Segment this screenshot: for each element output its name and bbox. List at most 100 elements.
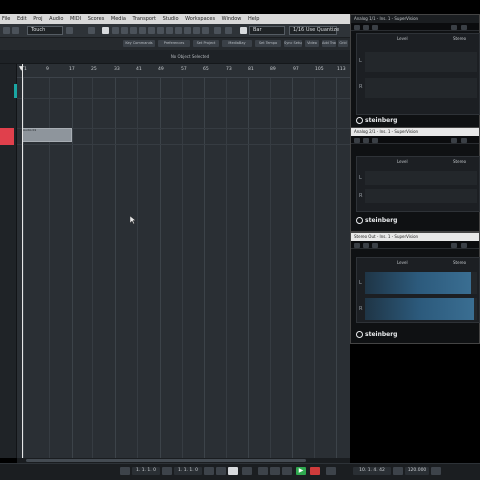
left-zone-icon[interactable] <box>66 27 73 34</box>
primary-time-display[interactable]: 10. 1. 4. 42 <box>353 467 391 475</box>
menu-midi[interactable]: MIDI <box>70 16 81 22</box>
preset-icon[interactable] <box>451 138 457 143</box>
settings-gear-icon[interactable] <box>461 25 467 30</box>
time-warp-tool-icon[interactable] <box>166 27 173 34</box>
grid-button[interactable]: Grid <box>338 40 348 47</box>
menu-bar: File Edit Proj Audio MIDI Scores Media T… <box>0 14 350 24</box>
grid-line <box>292 78 293 458</box>
stop-icon[interactable] <box>282 467 292 475</box>
preferences-button[interactable]: Preferences <box>158 40 190 47</box>
channel-left-label: L <box>359 175 362 181</box>
punch-out-icon[interactable] <box>204 467 214 475</box>
preset-icon[interactable] <box>451 243 457 248</box>
ruler-mark: 73 <box>226 67 232 72</box>
play-tool-icon[interactable] <box>193 27 200 34</box>
menu-transport[interactable]: Transport <box>133 16 156 22</box>
menu-file[interactable]: File <box>2 16 10 22</box>
auto-quantize-icon[interactable] <box>216 467 226 475</box>
menu-window[interactable]: Window <box>222 16 242 22</box>
left-locator-field[interactable]: 1. 1. 1. 0 <box>132 467 160 475</box>
read-icon[interactable] <box>363 138 369 143</box>
quantize-preset-select[interactable]: 1/16 Use Quantize <box>289 26 339 35</box>
menu-workspaces[interactable]: Workspaces <box>185 16 215 22</box>
cycle-icon[interactable] <box>162 467 172 475</box>
grid-line <box>182 78 183 458</box>
glue-tool-icon[interactable] <box>130 27 137 34</box>
grid-line <box>115 78 116 458</box>
tempo-track-icon[interactable] <box>393 467 403 475</box>
plugin-title-bar[interactable]: Analog 2/1 - Ins. 1 - SuperVision <box>351 128 479 136</box>
automation-mode-select[interactable]: Touch <box>27 26 63 35</box>
steinberg-logo: steinberg <box>356 217 397 224</box>
settings-gear-icon[interactable] <box>461 138 467 143</box>
menu-project[interactable]: Proj <box>33 16 42 22</box>
project-cursor[interactable] <box>22 64 23 458</box>
right-locator-field[interactable]: 1. 1. 1. 0 <box>174 467 202 475</box>
nudge-icon[interactable] <box>225 27 232 34</box>
horizontal-scroll-thumb[interactable] <box>26 459 306 462</box>
track-color-strip-red[interactable] <box>0 128 14 145</box>
bypass-icon[interactable] <box>354 138 360 143</box>
write-icon[interactable] <box>372 138 378 143</box>
grid-line <box>137 78 138 458</box>
set-tempo-button[interactable]: Set Tempo <box>255 40 281 47</box>
track-divider <box>17 144 350 145</box>
write-icon[interactable] <box>372 243 378 248</box>
grid-type-select[interactable]: Bar <box>249 26 285 35</box>
object-selection-tool-icon[interactable] <box>102 27 109 34</box>
constrain-delay-icon[interactable] <box>12 27 19 34</box>
auto-scroll-icon[interactable] <box>214 27 221 34</box>
set-project-button[interactable]: Set Project <box>193 40 219 47</box>
menu-scores[interactable]: Scores <box>88 16 105 22</box>
level-header: Level <box>397 260 408 265</box>
erase-tool-icon[interactable] <box>139 27 146 34</box>
menu-media[interactable]: Media <box>111 16 126 22</box>
grid-line <box>314 78 315 458</box>
add-track-button[interactable]: Add Track <box>322 40 336 47</box>
line-tool-icon[interactable] <box>184 27 191 34</box>
channel-right-label: R <box>359 84 363 90</box>
preset-icon[interactable] <box>451 25 457 30</box>
go-to-start-icon[interactable] <box>242 467 252 475</box>
read-icon[interactable] <box>363 243 369 248</box>
snap-icon[interactable] <box>240 27 247 34</box>
zoom-tool-icon[interactable] <box>148 27 155 34</box>
rewind-icon[interactable] <box>258 467 268 475</box>
bypass-icon[interactable] <box>354 25 360 30</box>
settings-gear-icon[interactable] <box>461 243 467 248</box>
read-icon[interactable] <box>363 25 369 30</box>
range-tool-icon[interactable] <box>112 27 119 34</box>
sync-setup-button[interactable]: Sync Setup <box>284 40 302 47</box>
metronome-icon[interactable] <box>431 467 441 475</box>
ruler-mark: 33 <box>114 67 120 72</box>
tempo-display[interactable]: 120.000 <box>405 467 429 475</box>
time-display-mode-icon[interactable] <box>326 467 336 475</box>
video-button[interactable]: Video <box>305 40 319 47</box>
steinberg-logo: steinberg <box>356 331 397 338</box>
menu-edit[interactable]: Edit <box>17 16 27 22</box>
color-tool-icon[interactable] <box>202 27 209 34</box>
mediabay-button[interactable]: MediaBay <box>222 40 252 47</box>
track-list[interactable] <box>0 64 17 458</box>
menu-audio[interactable]: Audio <box>49 16 63 22</box>
write-icon[interactable] <box>372 25 378 30</box>
activate-project-icon[interactable] <box>3 27 10 34</box>
audio-event-label: Audio 01 <box>23 128 37 132</box>
forward-icon[interactable] <box>270 467 280 475</box>
punch-in-icon[interactable] <box>120 467 130 475</box>
menu-help[interactable]: Help <box>248 16 259 22</box>
key-commands-button[interactable]: Key Commands <box>123 40 155 47</box>
mute-tool-icon[interactable] <box>157 27 164 34</box>
channel-left-label: L <box>359 280 362 286</box>
ruler-mark: 89 <box>270 67 276 72</box>
split-tool-icon[interactable] <box>121 27 128 34</box>
draw-tool-icon[interactable] <box>175 27 182 34</box>
click-icon[interactable] <box>228 467 238 475</box>
plugin-title-bar[interactable]: Analog 1/1 - Ins. 1 - SuperVision <box>351 15 479 23</box>
plugin-title-bar[interactable]: Stereo Out - Ins. 1 - SuperVision <box>351 233 479 241</box>
menu-studio[interactable]: Studio <box>163 16 179 22</box>
bypass-icon[interactable] <box>354 243 360 248</box>
ruler-mark: 105 <box>315 67 324 72</box>
inspector-icon[interactable] <box>88 27 95 34</box>
record-button[interactable] <box>310 467 320 475</box>
